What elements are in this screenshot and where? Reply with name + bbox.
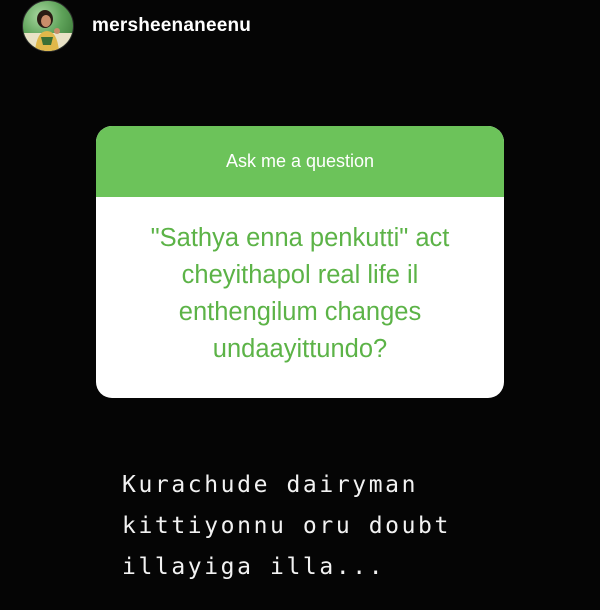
answer-line: kittiyonnu oru doubt [122, 513, 451, 539]
story-header: mersheenaneenu [22, 0, 251, 52]
answer-text: Kurachude dairyman kittiyonnu oru doubt … [122, 465, 542, 588]
question-text: "Sathya enna penkutti" act cheyithapol r… [150, 223, 450, 363]
username[interactable]: mersheenaneenu [92, 15, 251, 37]
avatar-figure-icon [23, 10, 73, 51]
question-sticker: Ask me a question "Sathya enna penkutti"… [96, 126, 504, 398]
answer-line: Kurachude dairyman [122, 472, 419, 498]
answer-line: illayiga illa... [122, 554, 386, 580]
avatar[interactable] [22, 0, 74, 52]
question-sticker-body: "Sathya enna penkutti" act cheyithapol r… [96, 197, 504, 398]
question-sticker-header: Ask me a question [96, 126, 504, 197]
